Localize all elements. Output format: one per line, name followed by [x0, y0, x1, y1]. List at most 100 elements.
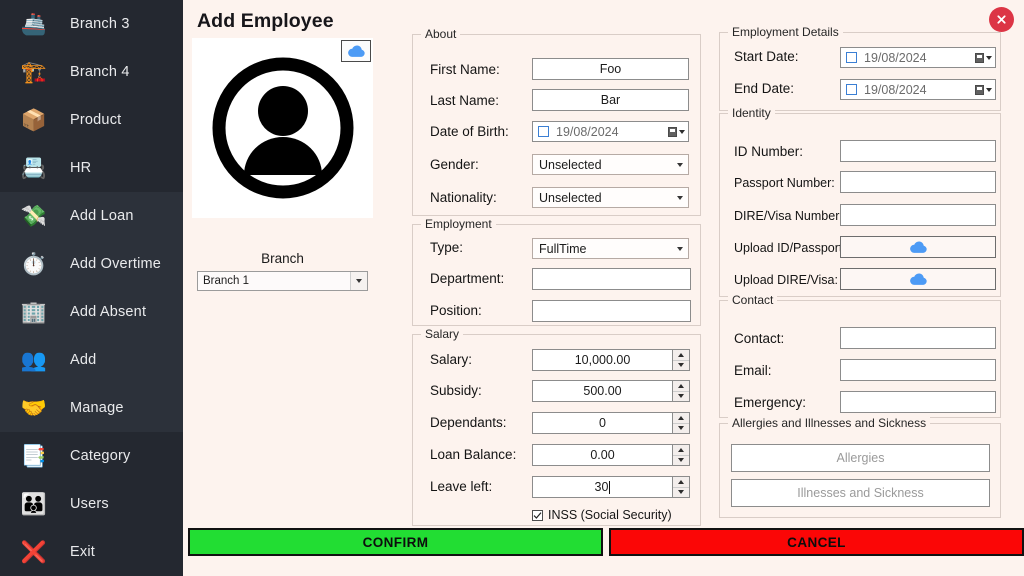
upload-dire-visa-label: Upload DIRE/Visa:: [734, 273, 838, 287]
salary-value: 10,000.00: [574, 353, 631, 367]
position-input[interactable]: [532, 300, 691, 322]
id-number-input[interactable]: [840, 140, 996, 162]
emergency-input[interactable]: [840, 391, 996, 413]
sidebar-item-label: Add Overtime: [70, 256, 162, 272]
passport-number-input[interactable]: [840, 171, 996, 193]
upload-dire-visa-button[interactable]: [840, 268, 996, 290]
sidebar-item-add-overtime[interactable]: ⏱️ Add Overtime: [0, 240, 183, 288]
subsidy-stepper-down[interactable]: [673, 392, 689, 402]
contact-input[interactable]: [840, 327, 996, 349]
salary-stepper[interactable]: [673, 349, 690, 371]
date-of-birth-checkbox[interactable]: [538, 126, 549, 137]
chevron-down-icon[interactable]: [671, 188, 688, 207]
sidebar-item-add-absent[interactable]: 🏢 Add Absent: [0, 288, 183, 336]
leave-left-stepper-down[interactable]: [673, 488, 689, 498]
employment-group-title: Employment: [421, 217, 496, 231]
leave-left-input[interactable]: 30: [532, 476, 673, 498]
cloud-upload-icon: [347, 45, 365, 57]
sidebar-item-product[interactable]: 📦 Product: [0, 96, 183, 144]
department-input[interactable]: [532, 268, 691, 290]
start-date-checkbox[interactable]: [846, 52, 857, 63]
salary-label: Salary:: [430, 352, 473, 367]
last-name-input[interactable]: Bar: [532, 89, 689, 111]
sidebar-item-category[interactable]: 📑 Category: [0, 432, 183, 480]
branch-crane-icon: 🏗️: [20, 60, 48, 84]
gender-select[interactable]: Unselected: [532, 154, 689, 175]
sidebar-item-label: Users: [70, 496, 109, 512]
allergies-input[interactable]: Allergies: [731, 444, 990, 472]
dependants-stepper-down[interactable]: [673, 424, 689, 434]
employment-group: Employment Type: FullTime Department: Po…: [412, 217, 701, 326]
chevron-down-icon[interactable]: [671, 155, 688, 174]
sidebar-item-branch-4[interactable]: 🏗️ Branch 4: [0, 48, 183, 96]
employee-photo-box[interactable]: [192, 38, 373, 218]
salary-stepper-up[interactable]: [673, 350, 689, 361]
employment-type-select[interactable]: FullTime: [532, 238, 689, 259]
dependants-input[interactable]: 0: [532, 412, 673, 434]
upload-id-passport-button[interactable]: [840, 236, 996, 258]
sidebar-item-users[interactable]: 👪 Users: [0, 480, 183, 528]
sidebar-item-branch-3[interactable]: 🚢 Branch 3: [0, 0, 183, 48]
chevron-down-icon[interactable]: [350, 272, 367, 290]
chevron-down-icon[interactable]: [671, 239, 688, 258]
sidebar-item-manage[interactable]: 🤝 Manage: [0, 384, 183, 432]
dependants-value: 0: [599, 416, 606, 430]
branch-select[interactable]: Branch 1: [197, 271, 368, 291]
add-person-icon: 👥: [20, 348, 48, 372]
first-name-value: Foo: [599, 62, 622, 76]
leave-left-stepper[interactable]: [673, 476, 690, 498]
loan-balance-stepper-up[interactable]: [673, 445, 689, 456]
loan-balance-input[interactable]: 0.00: [532, 444, 673, 466]
nationality-label: Nationality:: [430, 190, 497, 205]
email-input[interactable]: [840, 359, 996, 381]
salary-input[interactable]: 10,000.00: [532, 349, 673, 371]
sidebar-item-add[interactable]: 👥 Add: [0, 336, 183, 384]
subsidy-input[interactable]: 500.00: [532, 380, 673, 402]
subsidy-label: Subsidy:: [430, 383, 482, 398]
date-of-birth-input[interactable]: 19/08/2024: [532, 121, 689, 142]
gender-value: Unselected: [539, 157, 602, 172]
sidebar-item-hr[interactable]: 📇 HR: [0, 144, 183, 192]
inss-checkbox[interactable]: [532, 509, 543, 521]
loan-balance-stepper[interactable]: [673, 444, 690, 466]
app-window: 🚢 Branch 3 🏗️ Branch 4 📦 Product 📇 HR 💸 Add Loan ⏱…: [0, 0, 1024, 576]
list-icon: 📑: [20, 444, 48, 468]
users-icon: 👪: [20, 492, 48, 516]
sidebar-item-add-loan[interactable]: 💸 Add Loan: [0, 192, 183, 240]
dependants-stepper[interactable]: [673, 412, 690, 434]
end-date-checkbox[interactable]: [846, 84, 857, 95]
identity-group-title: Identity: [728, 106, 775, 120]
close-icon[interactable]: [989, 7, 1014, 32]
cancel-button[interactable]: CANCEL: [609, 528, 1024, 556]
health-group: Allergies and Illnesses and Sickness All…: [719, 416, 1001, 518]
leave-left-label: Leave left:: [430, 479, 493, 494]
calendar-dropdown-icon[interactable]: [975, 84, 992, 95]
end-date-input[interactable]: 19/08/2024: [840, 79, 996, 100]
nationality-select[interactable]: Unselected: [532, 187, 689, 208]
manage-people-icon: 🤝: [20, 396, 48, 420]
photo-upload-button[interactable]: [341, 40, 371, 62]
loan-balance-stepper-down[interactable]: [673, 456, 689, 466]
calendar-dropdown-icon[interactable]: [975, 52, 992, 63]
position-label: Position:: [430, 303, 482, 318]
dependants-stepper-up[interactable]: [673, 413, 689, 424]
employment-type-label: Type:: [430, 240, 464, 255]
dire-visa-number-input[interactable]: [840, 204, 996, 226]
sidebar-item-exit[interactable]: ❌ Exit: [0, 528, 183, 576]
cloud-upload-icon: [909, 273, 927, 285]
leave-left-stepper-up[interactable]: [673, 477, 689, 488]
subsidy-stepper[interactable]: [673, 380, 690, 402]
confirm-button[interactable]: CONFIRM: [188, 528, 603, 556]
subsidy-stepper-up[interactable]: [673, 381, 689, 392]
calendar-dropdown-icon[interactable]: [668, 126, 685, 137]
illnesses-input[interactable]: Illnesses and Sickness: [731, 479, 990, 507]
sidebar-item-label: Add: [70, 352, 97, 368]
contact-group: Contact Contact: Email: Emergency:: [719, 293, 1001, 418]
email-label: Email:: [734, 363, 772, 378]
sidebar-item-label: Add Absent: [70, 304, 147, 320]
inss-checkbox-row[interactable]: INSS (Social Security): [532, 508, 672, 522]
salary-stepper-down[interactable]: [673, 361, 689, 371]
sidebar-item-label: Category: [70, 448, 131, 464]
start-date-input[interactable]: 19/08/2024: [840, 47, 996, 68]
first-name-input[interactable]: Foo: [532, 58, 689, 80]
